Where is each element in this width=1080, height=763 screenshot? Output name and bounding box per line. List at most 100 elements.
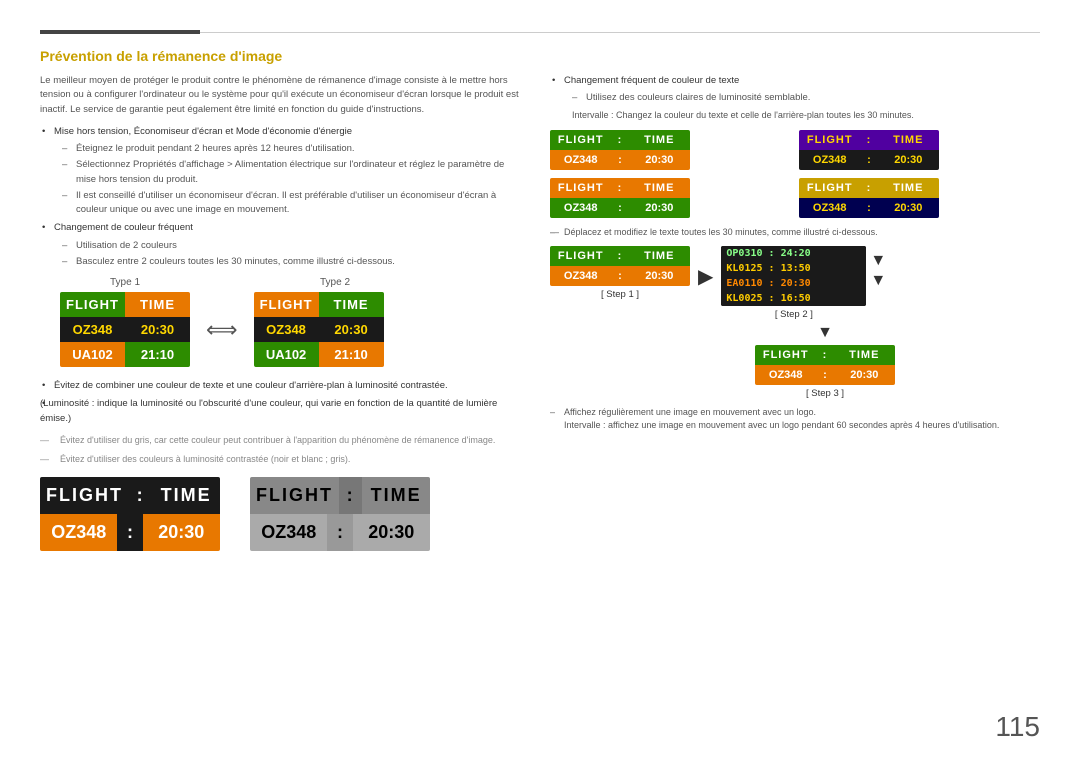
step3-board: FLIGHT : TIME OZ348 : 20:30 — [755, 345, 895, 385]
type2-row2: UA102 21:10 — [254, 342, 384, 367]
gb4-ht: TIME — [878, 178, 939, 198]
bb1-r1c3: 20:30 — [143, 514, 220, 551]
gb1-header: FLIGHT : TIME — [550, 130, 690, 150]
down-arrow-1: ▼ — [870, 252, 886, 270]
gb2-hc: : — [860, 130, 877, 150]
bb2-header: FLIGHT : TIME — [250, 477, 430, 514]
gb4-hf: FLIGHT — [799, 178, 860, 198]
steps-container: FLIGHT : TIME OZ348 : 20:30 [ Step 1 ] ▶ — [550, 246, 1040, 320]
gb3-r1: OZ348 — [550, 198, 611, 218]
step3-area: ▼ FLIGHT : TIME OZ348 : 20:30 [ Step 3 ] — [610, 324, 1040, 399]
gb2-r3: 20:30 — [878, 150, 939, 170]
type2-board: FLIGHT TIME OZ348 20:30 UA102 21:10 — [254, 292, 384, 367]
type2-header-flight: FLIGHT — [254, 292, 319, 317]
gb3-ht: TIME — [629, 178, 690, 198]
s3-header: FLIGHT : TIME — [755, 345, 895, 365]
type1-r1c2: 20:30 — [125, 317, 190, 342]
bottom-text2: Intervalle : affichez une image en mouve… — [550, 419, 1040, 433]
sub-item-1-1: Éteignez le produit pendant 2 heures apr… — [62, 142, 520, 156]
gb3-hc: : — [611, 178, 628, 198]
gb1-ht: TIME — [629, 130, 690, 150]
type2-r2c2: 21:10 — [319, 342, 384, 367]
s3-row: OZ348 : 20:30 — [755, 365, 895, 385]
section-title: Prévention de la rémanence d'image — [40, 48, 1040, 64]
type1-header-flight: FLIGHT — [60, 292, 125, 317]
gb2-row: OZ348 : 20:30 — [799, 150, 939, 170]
left-column: Le meilleur moyen de protéger le produit… — [40, 74, 520, 551]
step2-col: OP0310 : 24:20 KL0125 : 13:50 EA0110 : 2… — [721, 246, 866, 320]
types-row: FLIGHT TIME OZ348 20:30 UA102 21:10 ⟺ — [40, 292, 520, 367]
s1-hc: : — [611, 246, 628, 266]
right-bullet-1: Changement fréquent de couleur de texte … — [550, 74, 1040, 122]
s1-r3: 20:30 — [629, 266, 690, 286]
sub-item-1-2: Sélectionnez Propriétés d'affichage > Al… — [62, 158, 520, 187]
bullet-item-2: Changement de couleur fréquent Utilisati… — [40, 221, 520, 269]
scroll-row-1: OP0310 : 24:20 — [721, 246, 866, 261]
bb1-r1c2: : — [117, 514, 142, 551]
type2-r2c1: UA102 — [254, 342, 319, 367]
grid-board-4: FLIGHT : TIME OZ348 : 20:30 — [799, 178, 939, 218]
avoid-item-2: (Luminosité : indique la luminosité ou l… — [40, 397, 520, 426]
gb1-hf: FLIGHT — [550, 130, 611, 150]
avoid-item-1: Évitez de combiner une couleur de texte … — [40, 379, 520, 393]
swap-arrow: ⟺ — [206, 317, 238, 343]
s3-r1: OZ348 — [755, 365, 816, 385]
type1-board: FLIGHT TIME OZ348 20:30 UA102 21:10 — [60, 292, 190, 367]
bottom-dash-text: – Affichez régulièrement une image en mo… — [550, 407, 1040, 417]
s1-row: OZ348 : 20:30 — [550, 266, 690, 286]
grid-board-3: FLIGHT : TIME OZ348 : 20:30 — [550, 178, 690, 218]
s3-r3: 20:30 — [834, 365, 895, 385]
s3-hc: : — [816, 345, 833, 365]
avoid-list: Évitez de combiner une couleur de texte … — [40, 379, 520, 426]
type1-row1: OZ348 20:30 — [60, 317, 190, 342]
page-container: Prévention de la rémanence d'image Le me… — [0, 0, 1080, 763]
step2-label: [ Step 2 ] — [775, 309, 813, 320]
bb1-r1c1: OZ348 — [40, 514, 117, 551]
bb2-h-colon: : — [339, 477, 362, 514]
type1-r1c1: OZ348 — [60, 317, 125, 342]
gb1-r2: : — [611, 150, 628, 170]
dash-text-steps: – Déplacez et modifiez le texte toutes l… — [550, 226, 1040, 240]
dash-text-1: Évitez d'utiliser du gris, car cette cou… — [40, 434, 520, 448]
sub-item-2-1: Utilisation de 2 couleurs — [62, 239, 520, 253]
gb4-row: OZ348 : 20:30 — [799, 198, 939, 218]
gb3-r2: : — [611, 198, 628, 218]
gb4-r2: : — [860, 198, 877, 218]
type1-r2c1: UA102 — [60, 342, 125, 367]
bb2-r1c2: : — [327, 514, 352, 551]
gb2-hf: FLIGHT — [799, 130, 860, 150]
type2-row1: OZ348 20:30 — [254, 317, 384, 342]
page-number: 115 — [995, 711, 1040, 743]
gb2-r1: OZ348 — [799, 150, 860, 170]
double-arrows: ▼ ▼ — [870, 252, 886, 290]
gb4-r3: 20:30 — [878, 198, 939, 218]
dash-text-2: Évitez d'utiliser des couleurs à luminos… — [40, 453, 520, 467]
grid-board-2: FLIGHT : TIME OZ348 : 20:30 — [799, 130, 939, 170]
bottom-boards: FLIGHT : TIME OZ348 : 20:30 FLIGHT : — [40, 477, 520, 551]
s3-hf: FLIGHT — [755, 345, 816, 365]
bb2-h-time: TIME — [362, 477, 430, 514]
gb1-row: OZ348 : 20:30 — [550, 150, 690, 170]
sub-item-1-3: Il est conseillé d'utiliser un économise… — [62, 189, 520, 218]
grid-board-1: FLIGHT : TIME OZ348 : 20:30 — [550, 130, 690, 170]
type1-header-time: TIME — [125, 292, 190, 317]
type2-header: FLIGHT TIME — [254, 292, 384, 317]
scroll-row-3: EA0110 : 20:30 — [721, 276, 866, 291]
scroll-row-4: KL0025 : 16:50 — [721, 291, 866, 306]
bb2-h-flight: FLIGHT — [250, 477, 339, 514]
down-arrow-2: ▼ — [870, 272, 886, 290]
bb1-h-colon: : — [129, 477, 152, 514]
gb1-hc: : — [611, 130, 628, 150]
right-bullet-list: Changement fréquent de couleur de texte … — [550, 74, 1040, 122]
gb3-r3: 20:30 — [629, 198, 690, 218]
two-col-layout: Le meilleur moyen de protéger le produit… — [40, 74, 1040, 551]
boards-grid: FLIGHT : TIME OZ348 : 20:30 FLIGHT : — [550, 130, 1040, 218]
gb2-r2: : — [860, 150, 877, 170]
s1-ht: TIME — [629, 246, 690, 266]
top-rule — [40, 30, 1040, 34]
gb3-hf: FLIGHT — [550, 178, 611, 198]
rule-light — [200, 32, 1040, 33]
step1-label: [ Step 1 ] — [601, 289, 639, 300]
gb2-ht: TIME — [878, 130, 939, 150]
bullet-item-1: Mise hors tension, Économiseur d'écran e… — [40, 125, 520, 218]
